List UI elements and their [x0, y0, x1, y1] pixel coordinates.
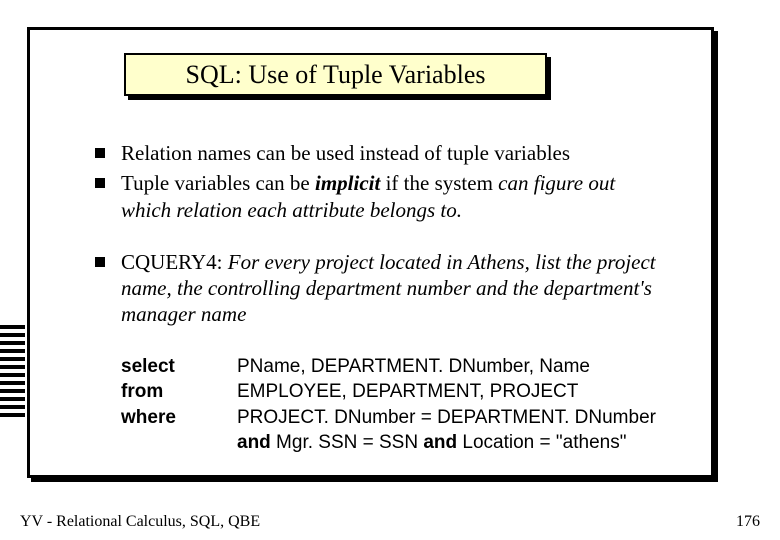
sql-row: from EMPLOYEE, DEPARTMENT, PROJECT	[121, 379, 670, 405]
sql-keyword-and: and	[237, 432, 271, 453]
sql-keyword-and: and	[423, 432, 457, 453]
sql-row: where PROJECT. DNumber = DEPARTMENT. DNu…	[121, 405, 670, 431]
bullet-icon	[95, 257, 105, 267]
decorative-bars	[0, 325, 25, 421]
sql-keyword: from	[121, 379, 237, 405]
bullet-icon	[95, 148, 105, 158]
text-segment: Tuple variables can be	[121, 171, 315, 195]
bullet-icon	[95, 178, 105, 188]
text-segment: CQUERY4:	[121, 250, 228, 274]
text-emphasis: implicit	[315, 171, 380, 195]
sql-value: PName, DEPARTMENT. DNumber, Name	[237, 354, 590, 380]
bullet-text: Tuple variables can be implicit if the s…	[121, 170, 670, 223]
sql-row: select PName, DEPARTMENT. DNumber, Name	[121, 354, 670, 380]
sql-keyword: where	[121, 405, 237, 431]
sql-value: PROJECT. DNumber = DEPARTMENT. DNumber	[237, 405, 656, 431]
slide-title: SQL: Use of Tuple Variables	[186, 60, 486, 90]
slide-body: Relation names can be used instead of tu…	[95, 140, 670, 456]
sql-value: EMPLOYEE, DEPARTMENT, PROJECT	[237, 379, 578, 405]
footer-left: YV - Relational Calculus, SQL, QBE	[20, 513, 260, 531]
title-box: SQL: Use of Tuple Variables	[124, 53, 547, 96]
sql-keyword: select	[121, 354, 237, 380]
list-item: Relation names can be used instead of tu…	[95, 140, 670, 166]
sql-row: and Mgr. SSN = SSN and Location = "athen…	[121, 430, 670, 456]
text-segment: Mgr. SSN = SSN	[271, 432, 424, 453]
page-number: 176	[736, 513, 760, 531]
footer: YV - Relational Calculus, SQL, QBE 176	[20, 513, 760, 531]
list-item: CQUERY4: For every project located in At…	[95, 249, 670, 328]
sql-spacer	[121, 430, 237, 456]
sql-code-block: select PName, DEPARTMENT. DNumber, Name …	[121, 354, 670, 457]
list-item: Tuple variables can be implicit if the s…	[95, 170, 670, 223]
bullet-text: Relation names can be used instead of tu…	[121, 140, 570, 166]
text-segment: Location = "athens"	[457, 432, 626, 453]
text-segment: if the system	[380, 171, 498, 195]
sql-value: and Mgr. SSN = SSN and Location = "athen…	[237, 430, 626, 456]
bullet-text: CQUERY4: For every project located in At…	[121, 249, 670, 328]
